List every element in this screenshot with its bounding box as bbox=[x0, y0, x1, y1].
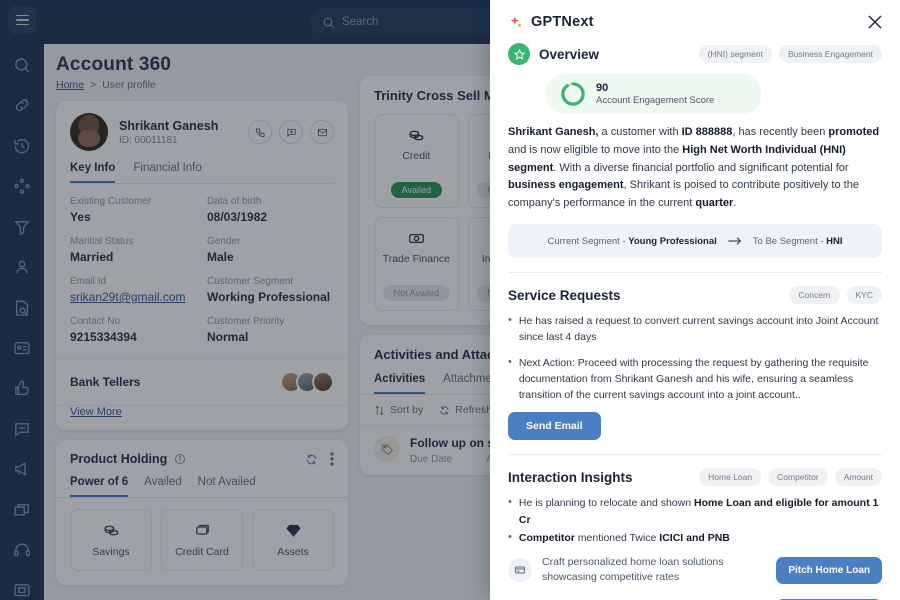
engagement-score-value: 90 bbox=[596, 82, 609, 94]
tag-competitor[interactable]: Competitor bbox=[768, 468, 828, 487]
bullet-dot: • bbox=[508, 355, 512, 368]
segment-transition-bar: Current Segment - Young Professional To … bbox=[508, 224, 882, 259]
list-item: • Competitor mentioned Twice ICICI and PN… bbox=[508, 530, 882, 546]
list-item: • Next Action: Proceed with processing th… bbox=[508, 355, 882, 404]
service-requests-bullets: • He has raised a request to convert curr… bbox=[508, 313, 882, 403]
gptnext-panel: GPTNext Overview (HNI) segment Business … bbox=[490, 0, 900, 600]
future-segment-value: HNI bbox=[826, 235, 843, 247]
card-icon bbox=[508, 558, 532, 583]
bullet-dot: • bbox=[508, 314, 512, 327]
panel-header: GPTNext bbox=[490, 0, 900, 41]
interaction-insights-title: Interaction Insights bbox=[508, 469, 633, 485]
close-icon[interactable] bbox=[866, 13, 884, 31]
current-segment-value: Young Professional bbox=[628, 235, 717, 247]
engagement-score-pill: 90 Account Engagement Score bbox=[546, 74, 761, 114]
list-item: • He has raised a request to convert curr… bbox=[508, 313, 882, 346]
interaction-insights-bullets: • He is planning to relocate and shown Ho… bbox=[508, 495, 882, 546]
tag-amount[interactable]: Amount bbox=[834, 468, 882, 487]
current-segment-label: Current Segment - bbox=[547, 235, 626, 247]
overview-title: Overview bbox=[539, 46, 600, 62]
service-requests-header: Service Requests Concern KYC bbox=[508, 286, 882, 305]
tag-hni-segment[interactable]: (HNI) segment bbox=[698, 45, 772, 63]
bullet-dot: • bbox=[508, 530, 512, 543]
list-item: • He is planning to relocate and shown Ho… bbox=[508, 495, 882, 528]
interaction-insights-header: Interaction Insights Home Loan Competito… bbox=[508, 468, 882, 487]
bullet-dot: • bbox=[508, 496, 512, 509]
divider bbox=[508, 454, 882, 456]
future-segment-label: To Be Segment - bbox=[752, 235, 824, 247]
overview-section-header: Overview (HNI) segment Business Engageme… bbox=[508, 43, 882, 65]
tag-home-loan[interactable]: Home Loan bbox=[699, 468, 762, 487]
star-badge-icon bbox=[508, 43, 530, 65]
panel-brand-title: GPTNext bbox=[531, 14, 594, 30]
divider bbox=[508, 272, 882, 274]
tag-business-engagement[interactable]: Business Engagement bbox=[778, 45, 882, 63]
tag-kyc[interactable]: KYC bbox=[846, 286, 882, 305]
insight-action-text: Craft personalized home loan solutions s… bbox=[542, 556, 724, 584]
tag-concern[interactable]: Concern bbox=[789, 286, 840, 305]
engagement-score-label: Account Engagement Score bbox=[596, 95, 715, 106]
service-requests-title: Service Requests bbox=[508, 287, 621, 303]
score-ring-icon bbox=[561, 82, 585, 106]
insight-action-row: Craft personalized home loan solutions s… bbox=[508, 555, 882, 585]
panel-body: Overview (HNI) segment Business Engageme… bbox=[490, 43, 900, 600]
sparkle-icon bbox=[510, 15, 521, 27]
arrow-right-icon bbox=[728, 237, 741, 245]
send-email-button[interactable]: Send Email bbox=[508, 412, 601, 441]
overview-paragraph: Shrikant Ganesh, a customer with ID 8888… bbox=[508, 126, 880, 210]
pitch-home-loan-button[interactable]: Pitch Home Loan bbox=[776, 556, 882, 584]
